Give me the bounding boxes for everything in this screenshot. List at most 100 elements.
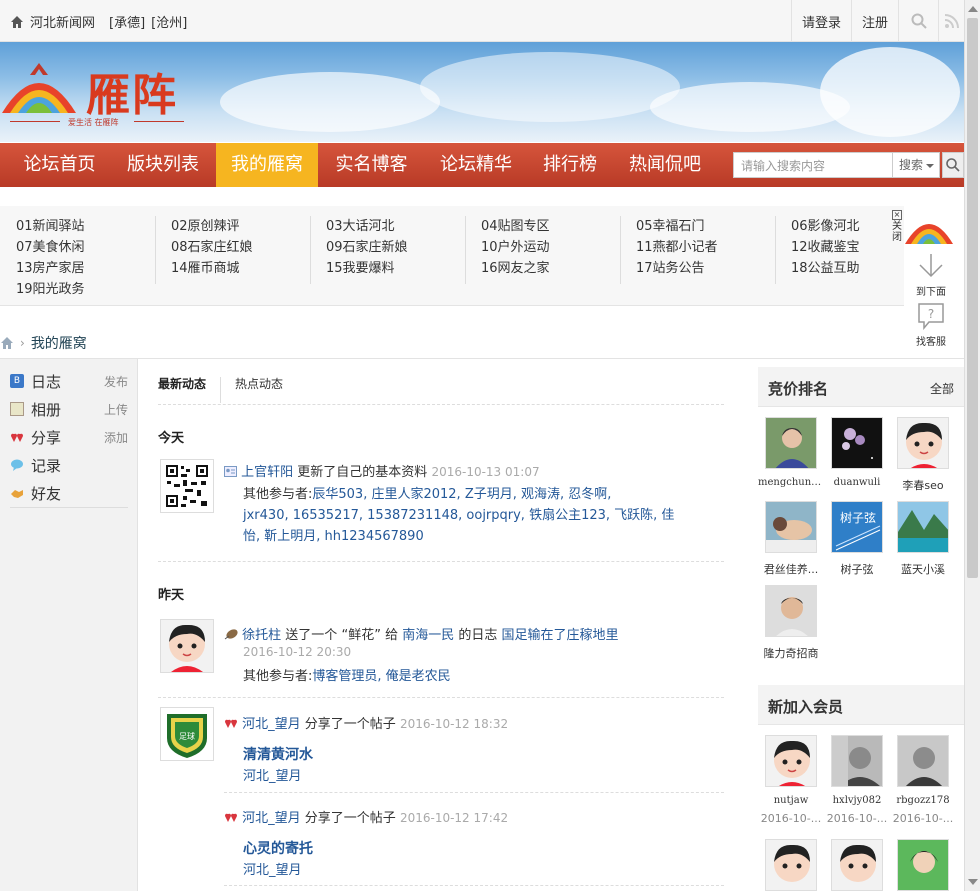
member-card[interactable]: duanwuli — [824, 417, 890, 488]
member-card[interactable]: 君丝佳养... — [758, 501, 824, 577]
shared-post-author[interactable]: 河北_望月 — [243, 765, 302, 784]
member-card[interactable]: rbgozz178 2016-10-... — [890, 735, 956, 825]
member-name[interactable]: 蓝天小溪 — [890, 561, 956, 577]
forum-link[interactable]: 05幸福石门 — [636, 216, 718, 237]
member-card[interactable]: 蓝天小溪 — [890, 501, 956, 577]
member-card[interactable] — [824, 839, 890, 891]
sidebar-item-album[interactable]: 相册 上传 — [10, 395, 128, 423]
participant-links[interactable]: 博客管理员, 俺是老农民 — [312, 669, 450, 684]
forum-link[interactable]: 14雁币商城 — [171, 258, 253, 279]
forum-link[interactable]: 13房产家居 — [16, 258, 85, 279]
search-icon[interactable] — [898, 0, 938, 42]
breadcrumb-current[interactable]: 我的雁窝 — [31, 333, 87, 353]
member-card[interactable]: 隆力奇招商 — [758, 585, 824, 661]
member-card[interactable] — [758, 839, 824, 891]
nav-item-real-name-blog[interactable]: 实名博客 — [320, 143, 423, 187]
member-card[interactable]: nutjaw 2016-10-... — [758, 735, 824, 825]
forum-link[interactable]: 16网友之家 — [481, 258, 550, 279]
view-all-link[interactable]: 全部 — [930, 380, 954, 397]
register-link[interactable]: 注册 — [850, 0, 898, 42]
shared-post-title[interactable]: 清清黄河水 — [243, 744, 313, 764]
avatar[interactable] — [897, 501, 949, 553]
add-link[interactable]: 添加 — [104, 429, 128, 446]
avatar[interactable] — [897, 839, 949, 891]
forum-link[interactable]: 03大话河北 — [326, 216, 408, 237]
user-link[interactable]: 上官轩阳 — [241, 465, 293, 480]
forum-link[interactable]: 06影像河北 — [791, 216, 860, 237]
avatar[interactable] — [765, 735, 817, 787]
avatar[interactable] — [831, 417, 883, 469]
nav-item-ranking[interactable]: 排行榜 — [528, 143, 612, 187]
forum-link[interactable]: 18公益互助 — [791, 258, 860, 279]
avatar[interactable]: 足球 — [160, 707, 214, 761]
sidebar-item-share[interactable]: 分享 添加 — [10, 423, 128, 451]
site-name[interactable]: 河北新闻网 — [30, 12, 95, 31]
nav-item-board-list[interactable]: 版块列表 — [111, 143, 215, 187]
avatar[interactable] — [160, 619, 214, 673]
nav-item-forum-digest[interactable]: 论坛精华 — [424, 143, 528, 187]
member-card[interactable]: 李春seo — [890, 417, 956, 493]
avatar[interactable] — [765, 585, 817, 637]
customer-service-button[interactable]: ? 找客服 — [909, 302, 953, 348]
member-name[interactable]: duanwuli — [824, 477, 890, 488]
nav-item-my-nest[interactable]: 我的雁窝 — [216, 143, 318, 187]
scroll-down-arrow-icon[interactable] — [968, 879, 978, 885]
forum-link[interactable]: 09石家庄新娘 — [326, 237, 408, 258]
tab-hot[interactable]: 热点动态 — [235, 377, 297, 403]
user-link[interactable]: 河北_望月 — [242, 811, 301, 826]
upload-link[interactable]: 上传 — [104, 401, 128, 418]
avatar[interactable] — [160, 459, 214, 513]
member-name[interactable]: hxlvjy082 — [824, 795, 890, 806]
avatar[interactable] — [765, 839, 817, 891]
tab-latest[interactable]: 最新动态 — [158, 377, 222, 403]
forum-link[interactable]: 11燕都小记者 — [636, 237, 718, 258]
nav-item-hot-talk[interactable]: 热闻侃吧 — [614, 143, 716, 187]
forum-link[interactable]: 04贴图专区 — [481, 216, 550, 237]
login-link[interactable]: 请登录 — [790, 0, 851, 42]
search-type-select[interactable]: 搜索 — [892, 153, 940, 177]
member-name[interactable]: 隆力奇招商 — [758, 645, 824, 661]
rss-icon[interactable] — [938, 0, 964, 42]
search-input[interactable]: 请输入搜索内容 — [741, 157, 825, 174]
member-name[interactable]: nutjaw — [758, 795, 824, 806]
vertical-scrollbar[interactable] — [964, 0, 980, 891]
user-link[interactable]: 徐托柱 — [242, 628, 281, 643]
avatar[interactable] — [897, 417, 949, 469]
member-name[interactable]: rbgozz178 — [890, 795, 956, 806]
member-name[interactable]: 李春seo — [890, 477, 956, 493]
avatar[interactable] — [765, 501, 817, 553]
forum-link[interactable]: 17站务公告 — [636, 258, 718, 279]
participant-links[interactable]: 辰华503, 庄里人家2012, Z子玥月, 观海涛, 忍冬啊, — [312, 487, 611, 502]
member-card[interactable]: mengchunzhi — [758, 417, 824, 488]
sidebar-item-record[interactable]: 记录 — [10, 451, 128, 479]
forum-link[interactable]: 10户外运动 — [481, 237, 550, 258]
forum-link[interactable]: 07美食休闲 — [16, 237, 85, 258]
participant-links[interactable]: jxr430, 16535217, 15387231148, oojrpqry,… — [243, 504, 674, 523]
user-link[interactable]: 河北_望月 — [242, 717, 301, 732]
nav-item-forum-home[interactable]: 论坛首页 — [8, 143, 111, 187]
member-name[interactable]: 君丝佳养... — [758, 561, 824, 577]
shared-post-author[interactable]: 河北_望月 — [243, 859, 302, 878]
post-link[interactable]: 国足输在了庄稼地里 — [502, 628, 619, 643]
home-icon[interactable] — [0, 336, 14, 350]
shared-post-title[interactable]: 心灵的寄托 — [243, 838, 313, 858]
scroll-to-bottom-button[interactable]: 到下面 — [909, 252, 953, 298]
sidebar-item-friends[interactable]: 好友 — [10, 479, 128, 507]
forum-link[interactable]: 08石家庄红娘 — [171, 237, 253, 258]
city-link-chengde[interactable]: [承德] — [109, 12, 145, 31]
forum-link[interactable]: 15我要爆料 — [326, 258, 408, 279]
avatar[interactable]: 树子弦 — [831, 501, 883, 553]
member-card[interactable] — [890, 839, 956, 891]
member-card[interactable]: 树子弦 树子弦 — [824, 501, 890, 577]
site-logo[interactable]: 雁阵 爱生活 在雁阵 — [0, 55, 200, 135]
forum-link[interactable]: 19阳光政务 — [16, 279, 85, 300]
avatar[interactable] — [831, 735, 883, 787]
member-name[interactable]: mengchunzhi — [758, 477, 824, 488]
avatar[interactable] — [765, 417, 817, 469]
forum-link[interactable]: 02原创辣评 — [171, 216, 253, 237]
target-user-link[interactable]: 南海一民 — [402, 628, 454, 643]
sidebar-item-blog[interactable]: B 日志 发布 — [10, 367, 128, 395]
publish-link[interactable]: 发布 — [104, 373, 128, 390]
member-name[interactable]: 树子弦 — [824, 561, 890, 577]
city-link-cangzhou[interactable]: [沧州] — [151, 12, 187, 31]
